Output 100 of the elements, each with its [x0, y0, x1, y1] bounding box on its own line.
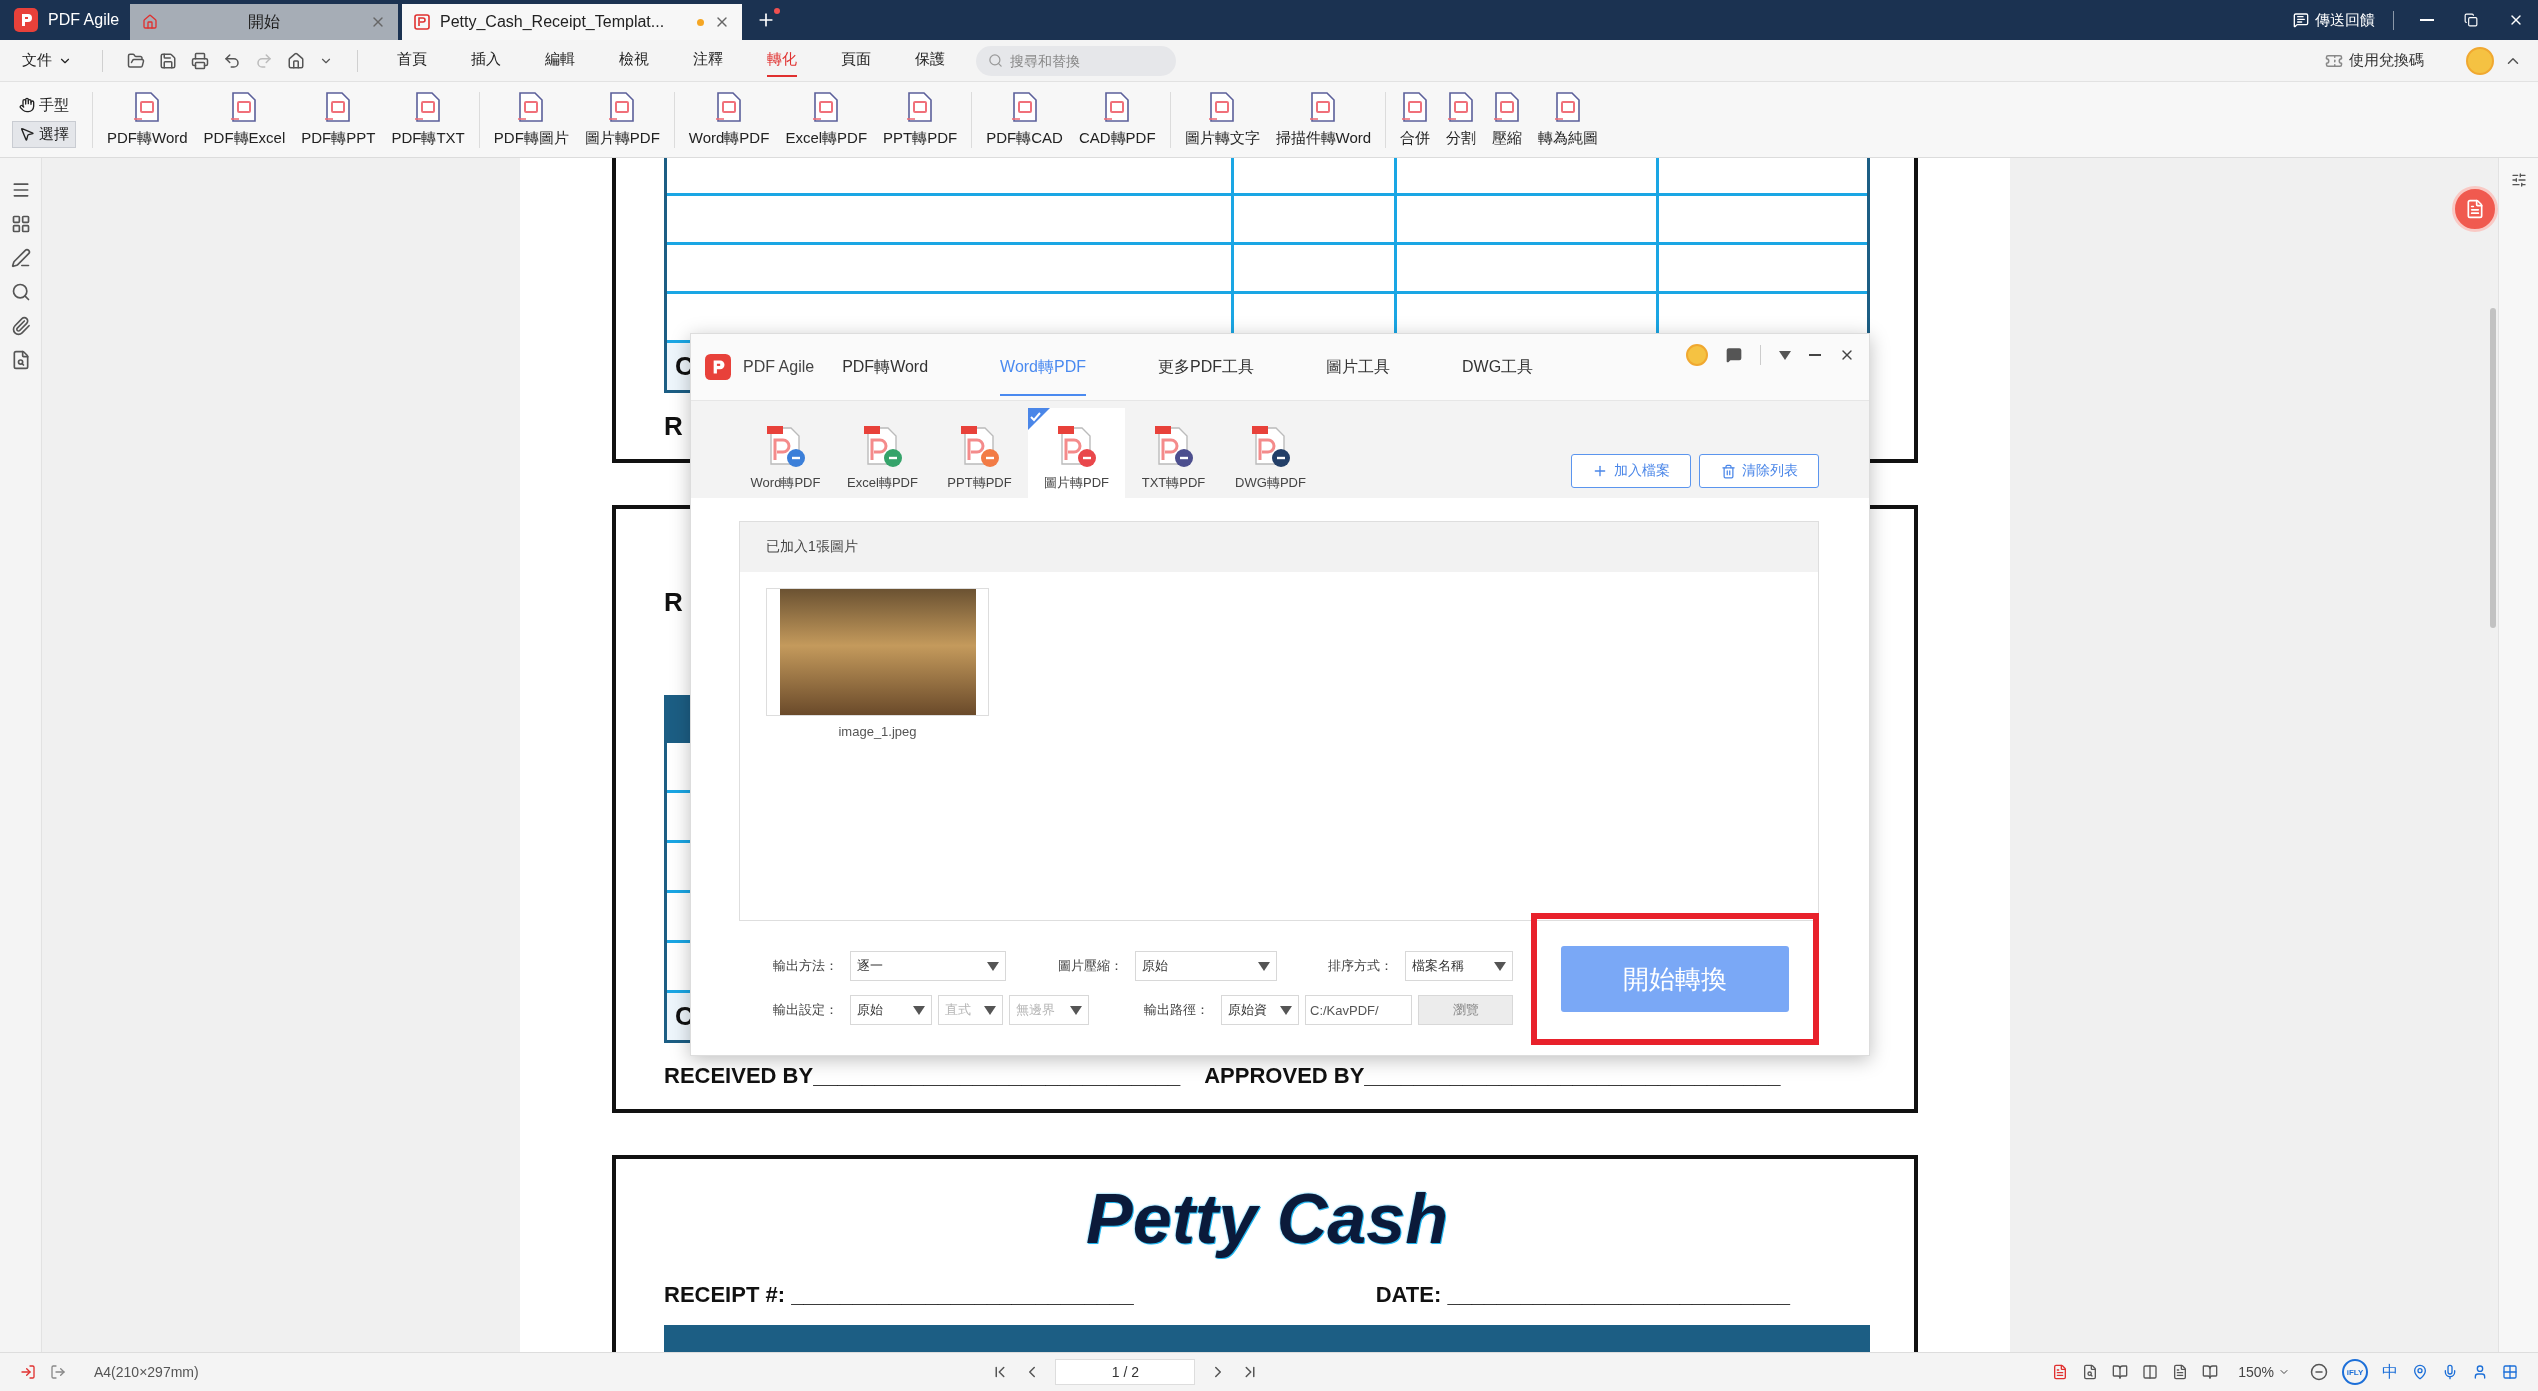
tool-button[interactable]: PDF轉TXT	[383, 87, 473, 152]
field-label: R	[664, 586, 683, 618]
dialog-tab[interactable]: 更多PDF工具	[1158, 338, 1254, 396]
ribbon-tab[interactable]: 插入	[471, 44, 501, 77]
convert-type-tab[interactable]: 圖片轉PDF	[1028, 408, 1125, 498]
settings-icon[interactable]	[2510, 172, 2527, 188]
two-page-icon[interactable]	[2142, 1364, 2159, 1380]
zoom-out-icon[interactable]	[2310, 1363, 2328, 1381]
redeem-code-button[interactable]: 使用兌換碼	[2319, 50, 2430, 71]
message-icon[interactable]	[1726, 347, 1742, 363]
dropdown-arrow-icon	[1280, 1005, 1292, 1015]
dropdown[interactable]: 原始	[850, 995, 932, 1025]
ribbon-tab[interactable]: 首頁	[397, 44, 427, 77]
feedback-button[interactable]: 傳送回饋	[2293, 10, 2394, 30]
document-icon	[1401, 91, 1430, 123]
tool-button[interactable]: 合併	[1392, 87, 1439, 152]
ribbon-tab[interactable]: 檢視	[619, 44, 649, 77]
dialog-tab[interactable]: PDF轉Word	[842, 338, 929, 396]
check-corner-icon	[1028, 408, 1050, 430]
grid-icon[interactable]	[2502, 1364, 2518, 1380]
option-label: 輸出設定：	[773, 1001, 838, 1019]
output-path-field[interactable]: C:/KavPDF/	[1305, 995, 1412, 1025]
clear-list-button[interactable]: 清除列表	[1699, 454, 1819, 488]
app-name: PDF Agile	[48, 11, 120, 29]
tool-button[interactable]: 轉為純圖	[1530, 87, 1607, 152]
file-count-label: 已加入1張圖片	[740, 522, 1818, 572]
option-label: 圖片壓縮：	[1057, 957, 1123, 975]
mode-button[interactable]: 手型	[12, 91, 76, 119]
dropdown[interactable]: 逐一	[850, 951, 1006, 981]
tool-button[interactable]: PDF轉CAD	[978, 87, 1071, 152]
thumbnails-icon[interactable]	[10, 214, 31, 234]
document-icon	[230, 91, 259, 123]
exit-left-icon[interactable]	[20, 1364, 36, 1380]
document-icon	[2465, 199, 2485, 219]
paperclip-icon[interactable]	[10, 316, 31, 336]
convert-type-tab[interactable]: TXT轉PDF	[1125, 408, 1222, 498]
tool-button[interactable]: PDF轉Excel	[195, 87, 294, 152]
tool-button[interactable]: 圖片轉文字	[1176, 87, 1268, 152]
book-icon[interactable]	[2202, 1364, 2219, 1380]
dialog-tab[interactable]: DWG工具	[1462, 338, 1534, 396]
date-line: DATE: ____________________________	[1375, 1282, 1790, 1308]
zoom-dropdown[interactable]: 150%	[2232, 1363, 2296, 1381]
search-field[interactable]: 搜尋和替換	[976, 45, 1176, 76]
document-search-icon[interactable]	[2082, 1364, 2099, 1380]
ime-language: 中	[2382, 1361, 2398, 1382]
dialog-tab[interactable]: 圖片工具	[1326, 338, 1390, 396]
search-icon[interactable]	[10, 282, 31, 302]
option-label: 輸出方法：	[773, 957, 838, 975]
ribbon-tab[interactable]: 保護	[915, 44, 945, 77]
dropdown[interactable]: 原始資	[1221, 995, 1299, 1025]
microphone-icon[interactable]	[2442, 1364, 2458, 1380]
tool-button[interactable]: PDF轉PPT	[293, 87, 384, 152]
convert-type-tab[interactable]: Excel轉PDF	[834, 408, 931, 498]
add-files-button[interactable]: 加入檔案	[1571, 454, 1691, 488]
minimize-icon	[2420, 19, 2434, 21]
dropdown-arrow-icon	[1494, 961, 1506, 971]
tool-button[interactable]: PDF轉Word	[99, 87, 196, 152]
pin-icon[interactable]	[2412, 1364, 2428, 1380]
pen-icon[interactable]	[10, 248, 31, 268]
ribbon-tab[interactable]: 轉化	[767, 44, 797, 77]
option-label: 輸出路徑：	[1144, 1001, 1209, 1019]
page-view-icon[interactable]	[2052, 1364, 2069, 1380]
file-menu[interactable]: 文件	[12, 47, 82, 74]
ribbon-tab[interactable]: 頁面	[841, 44, 871, 77]
dropdown-arrow-icon	[1779, 350, 1791, 360]
book-icon[interactable]	[2112, 1364, 2129, 1380]
tool-button[interactable]: CAD轉PDF	[1070, 87, 1164, 152]
dropdown-arrow-icon	[1257, 961, 1270, 971]
page-number-field[interactable]: 1 / 2	[1055, 1359, 1196, 1385]
tool-button[interactable]: 掃描件轉Word	[1267, 87, 1380, 152]
tool-button[interactable]: 分割	[1438, 87, 1485, 152]
ribbon-tab[interactable]: 編輯	[545, 44, 575, 77]
document-icon	[1010, 91, 1039, 123]
tool-button[interactable]: PDF轉圖片	[485, 87, 577, 152]
plus-icon	[1592, 463, 1608, 479]
trash-icon	[1720, 463, 1736, 479]
tool-button[interactable]: 圖片轉PDF	[576, 87, 668, 152]
mode-button[interactable]: 選擇	[12, 120, 76, 148]
tool-button[interactable]: Excel轉PDF	[777, 87, 876, 152]
document-tab[interactable]: 開始	[130, 4, 398, 40]
pdf-file-icon	[414, 14, 430, 30]
dialog-app-name: PDF Agile	[743, 358, 815, 376]
signature-line: RECEIVED BY______________________________	[664, 1063, 1181, 1089]
tool-button[interactable]: PPT轉PDF	[875, 87, 966, 152]
convert-type-tab[interactable]: Word轉PDF	[737, 408, 834, 498]
single-page-icon[interactable]	[2172, 1364, 2189, 1380]
exit-right-icon[interactable]	[50, 1364, 66, 1380]
tool-button[interactable]: 壓縮	[1484, 87, 1531, 152]
ribbon-tab[interactable]: 注釋	[693, 44, 723, 77]
tool-button[interactable]: Word轉PDF	[680, 87, 778, 152]
user-icon[interactable]	[2472, 1364, 2488, 1380]
convert-type-tab[interactable]: PPT轉PDF	[931, 408, 1028, 498]
page-size-label: A4(210×297mm)	[94, 1364, 199, 1380]
document-icon	[1309, 91, 1338, 123]
dropdown[interactable]: 原始	[1134, 951, 1277, 981]
dropdown[interactable]: 檔案名稱	[1405, 951, 1513, 981]
convert-type-tab[interactable]: DWG轉PDF	[1222, 408, 1319, 498]
document-icon	[812, 91, 841, 123]
document-tab[interactable]: Petty_Cash_Receipt_Templat...	[402, 4, 742, 40]
document-icon	[1208, 91, 1237, 123]
